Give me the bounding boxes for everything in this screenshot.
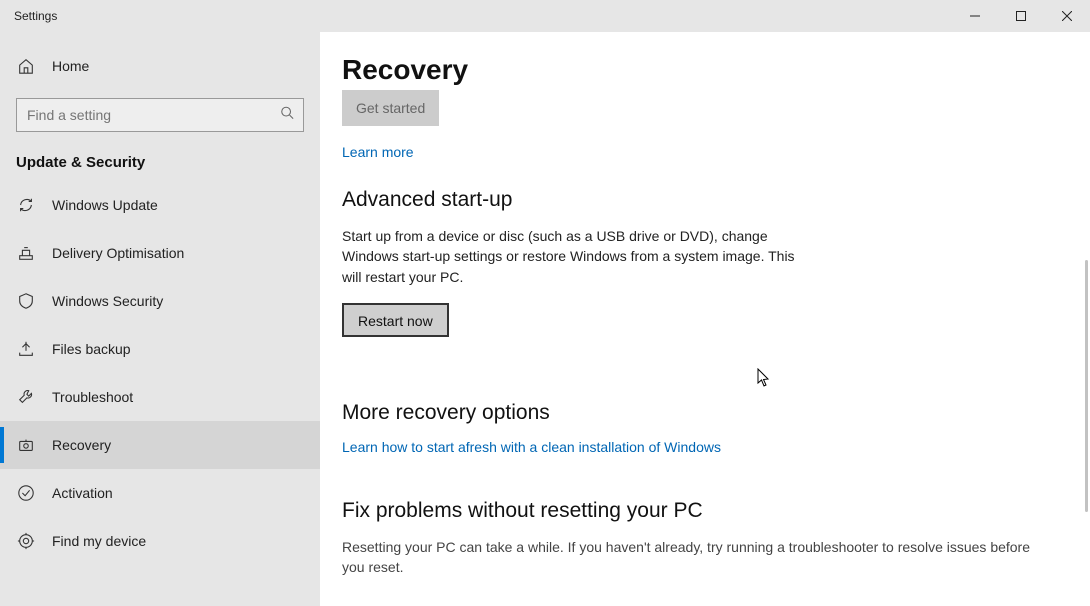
body: Home Update & Security Windows Update Del… [0,32,1090,606]
window-title: Settings [14,9,57,23]
sidebar-item-label: Troubleshoot [52,389,133,405]
fix-problems-section: Fix problems without resetting your PC R… [342,499,1090,578]
sidebar-category: Update & Security [0,140,320,181]
sidebar-item-windows-update[interactable]: Windows Update [0,181,320,229]
search-wrap [0,90,320,140]
get-started-button[interactable]: Get started [342,90,439,126]
home-icon [16,56,36,76]
sidebar: Home Update & Security Windows Update Del… [0,32,320,606]
sidebar-item-find-my-device[interactable]: Find my device [0,517,320,565]
advanced-startup-section: Advanced start-up Start up from a device… [342,188,1090,377]
check-icon [16,483,36,503]
search-icon [280,106,294,125]
minimize-icon [970,11,980,21]
maximize-icon [1016,11,1026,21]
sidebar-item-label: Windows Update [52,197,158,213]
fix-problems-text: Resetting your PC can take a while. If y… [342,537,1042,578]
advanced-startup-heading: Advanced start-up [342,188,1090,212]
fix-problems-heading: Fix problems without resetting your PC [342,499,1090,523]
settings-window: Settings Home [0,0,1090,606]
sidebar-item-troubleshoot[interactable]: Troubleshoot [0,373,320,421]
more-recovery-section: More recovery options Learn how to start… [342,401,1090,455]
search-input[interactable] [16,98,304,132]
clean-install-link[interactable]: Learn how to start afresh with a clean i… [342,439,1090,455]
sidebar-home[interactable]: Home [0,42,320,90]
advanced-startup-text: Start up from a device or disc (such as … [342,226,802,287]
main: Recovery Get started Learn more Advanced… [320,32,1090,606]
titlebar: Settings [0,0,1090,32]
sidebar-item-label: Delivery Optimisation [52,245,184,261]
learn-more-link[interactable]: Learn more [342,144,1090,160]
more-recovery-heading: More recovery options [342,401,1090,425]
sidebar-item-files-backup[interactable]: Files backup [0,325,320,373]
titlebar-buttons [952,0,1090,32]
close-icon [1062,11,1072,21]
sidebar-item-label: Windows Security [52,293,163,309]
sidebar-item-activation[interactable]: Activation [0,469,320,517]
maximize-button[interactable] [998,0,1044,32]
main-inner[interactable]: Recovery Get started Learn more Advanced… [320,32,1090,606]
delivery-icon [16,243,36,263]
recovery-icon [16,435,36,455]
sidebar-item-delivery-optimisation[interactable]: Delivery Optimisation [0,229,320,277]
close-button[interactable] [1044,0,1090,32]
sidebar-item-label: Files backup [52,341,131,357]
sidebar-item-recovery[interactable]: Recovery [0,421,320,469]
sync-icon [16,195,36,215]
minimize-button[interactable] [952,0,998,32]
page-title: Recovery [342,54,1090,86]
backup-icon [16,339,36,359]
scrollbar-thumb[interactable] [1085,260,1088,512]
sidebar-item-label: Find my device [52,533,146,549]
sidebar-item-label: Activation [52,485,113,501]
wrench-icon [16,387,36,407]
nav-list: Windows Update Delivery Optimisation Windo… [0,181,320,565]
sidebar-item-label: Recovery [52,437,111,453]
sidebar-home-label: Home [52,58,89,74]
sidebar-item-windows-security[interactable]: Windows Security [0,277,320,325]
location-icon [16,531,36,551]
restart-now-button[interactable]: Restart now [342,303,449,337]
shield-icon [16,291,36,311]
